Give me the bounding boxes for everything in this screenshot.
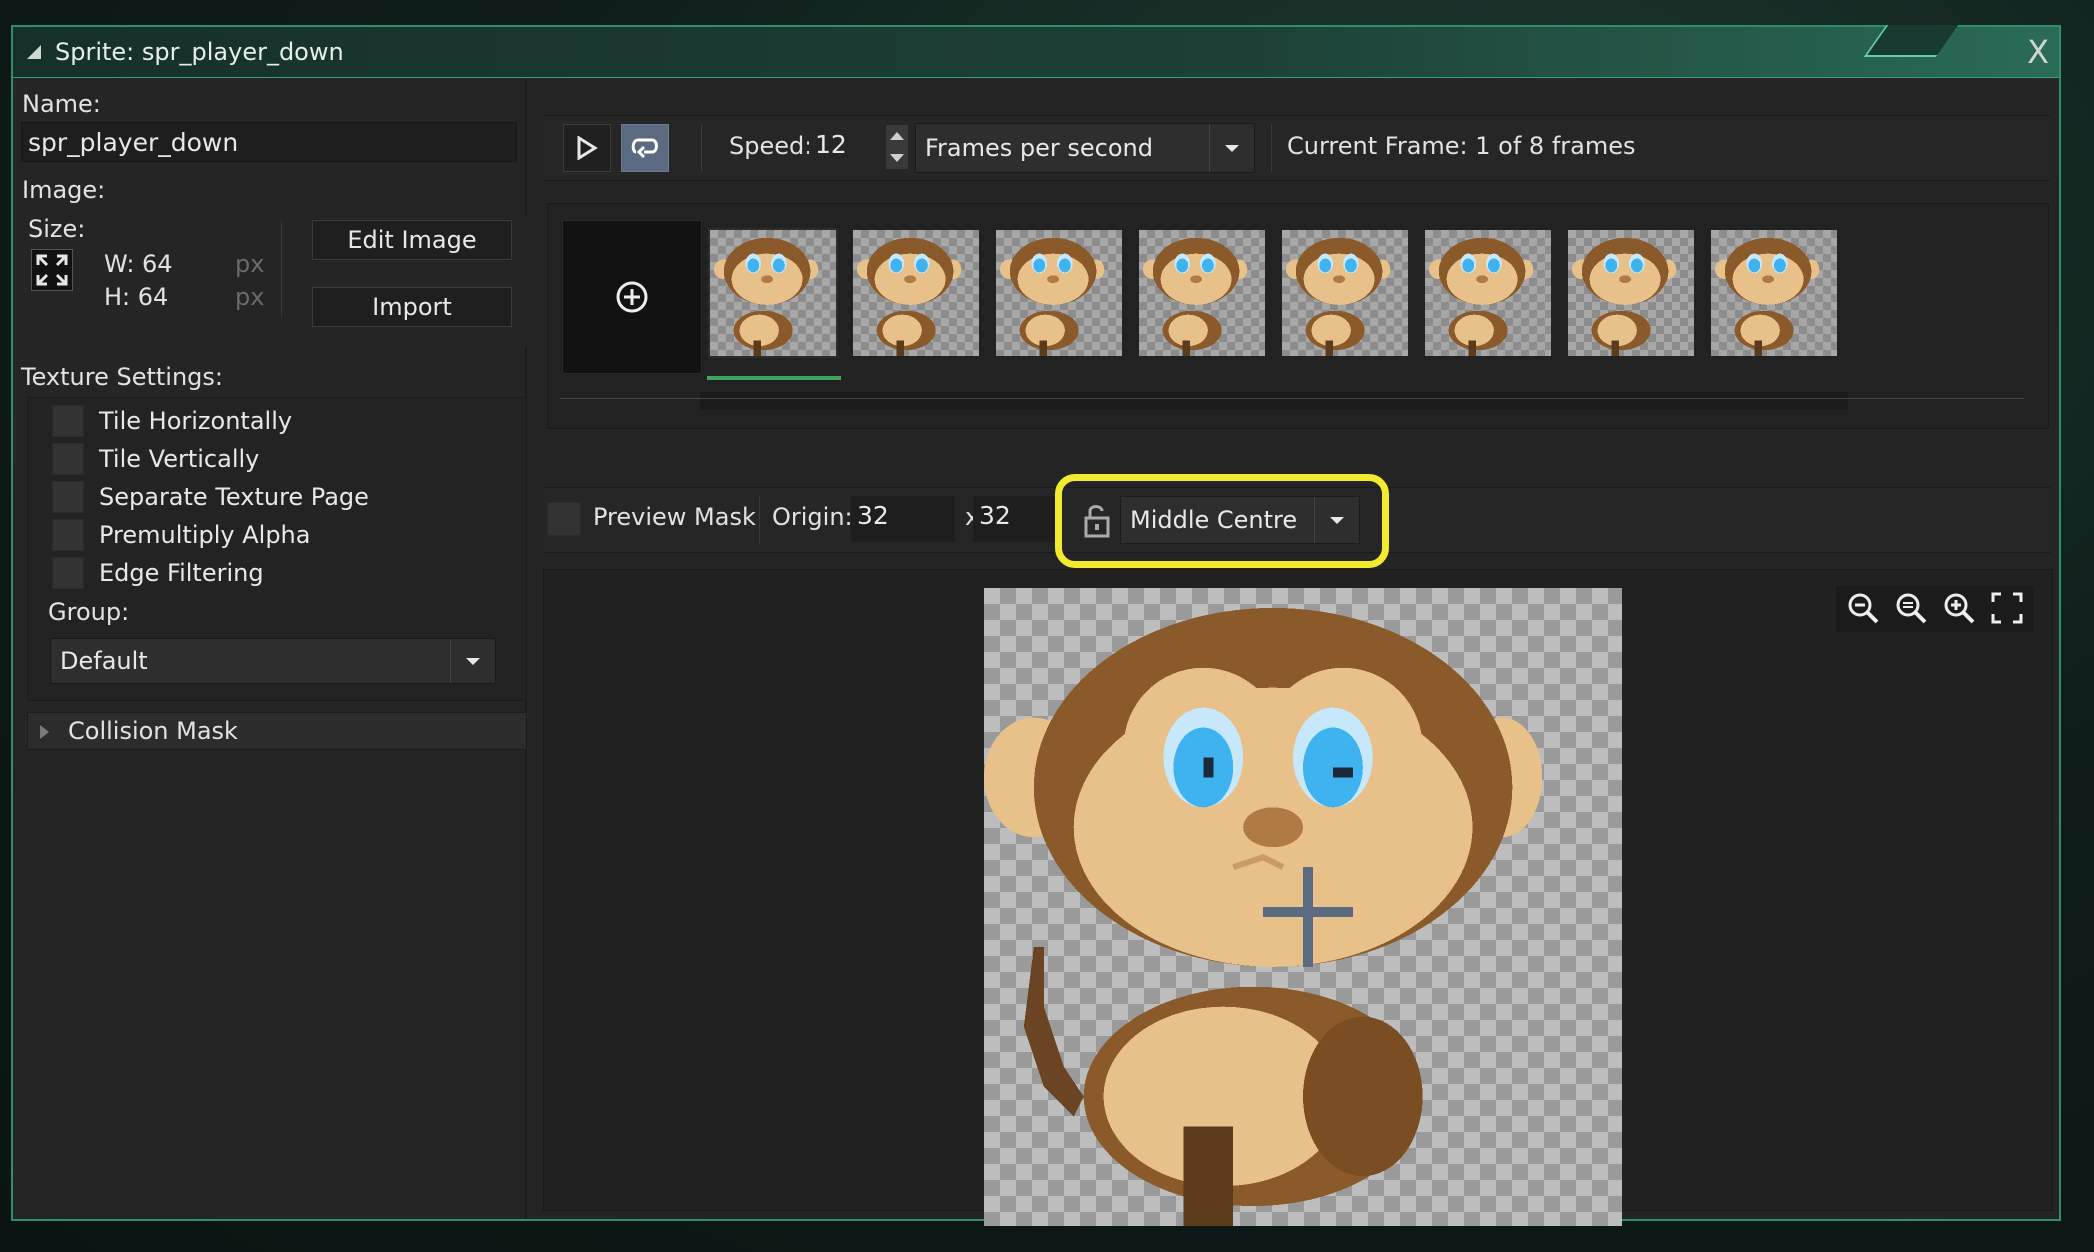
frame-thumbnail[interactable] — [1568, 230, 1694, 356]
speed-input[interactable]: 12 — [809, 125, 877, 171]
loop-toggle-button[interactable] — [621, 124, 669, 172]
width-unit: px — [235, 250, 265, 278]
title-bar[interactable]: Sprite: spr_player_down X — [13, 25, 2059, 78]
step-down-icon[interactable] — [890, 154, 904, 162]
checkbox[interactable] — [52, 481, 84, 513]
origin-x-input[interactable]: 32 — [851, 496, 955, 542]
name-field[interactable]: spr_player_down — [21, 122, 517, 162]
checkbox-label: Tile Vertically — [99, 445, 260, 473]
resize-grip-icon[interactable] — [27, 45, 41, 59]
preview-mask-label: Preview Mask — [593, 503, 756, 531]
playback-toolbar: Speed: 12 Frames per second Current Fram… — [543, 115, 2051, 181]
divider — [281, 221, 282, 317]
origin-toolbar: Preview Mask Origin: 32 x 32 Middle Cent… — [543, 474, 2051, 568]
checkbox[interactable] — [52, 557, 84, 589]
frame-thumbnail[interactable] — [1711, 230, 1837, 356]
checkbox-label: Premultiply Alpha — [99, 521, 311, 549]
checkbox-label: Separate Texture Page — [99, 483, 369, 511]
speed-label: Speed: — [729, 132, 813, 160]
speed-stepper[interactable] — [886, 125, 908, 169]
properties-panel: Name: spr_player_down Image: Size: W: 64… — [13, 79, 527, 1219]
expand-arrow-icon[interactable] — [40, 725, 49, 739]
chevron-down-icon[interactable] — [1314, 497, 1359, 543]
divider — [1271, 124, 1272, 172]
current-frame-label: Current Frame: 1 of 8 frames — [1287, 132, 1636, 160]
width-value: W: 64 — [104, 250, 173, 278]
checkbox[interactable] — [52, 519, 84, 551]
texture-settings-group: Tile Horizontally Tile Vertically Separa… — [27, 397, 527, 701]
step-up-icon[interactable] — [890, 132, 904, 140]
group-dropdown[interactable]: Default — [50, 638, 496, 684]
frame-thumbnail[interactable] — [996, 230, 1122, 356]
texture-settings-label: Texture Settings: — [21, 363, 224, 391]
sprite-preview-panel: Speed: 12 Frames per second Current Fram… — [529, 79, 2059, 1226]
edit-image-button[interactable]: Edit Image — [312, 220, 512, 260]
sprite-editor-window: Sprite: spr_player_down X Name: spr_play… — [11, 25, 2061, 1226]
checkbox-label: Tile Horizontally — [99, 407, 293, 435]
origin-y-input[interactable]: 32 — [973, 496, 1055, 542]
play-icon — [577, 136, 598, 160]
chevron-down-icon[interactable] — [450, 639, 495, 683]
image-label: Image: — [22, 176, 106, 204]
monkey-sprite-image — [984, 607, 1543, 1226]
frame-strip — [547, 203, 2049, 429]
zoom-out-icon[interactable] — [1842, 588, 1884, 628]
checkbox-edge-filtering[interactable]: Edge Filtering — [52, 556, 264, 590]
divider — [759, 496, 760, 544]
speed-unit-dropdown[interactable]: Frames per second — [915, 123, 1255, 173]
frame-thumbnail[interactable] — [708, 228, 838, 358]
title-decoration — [1863, 25, 1959, 57]
checkbox-label: Edge Filtering — [99, 559, 264, 587]
resize-icon[interactable] — [31, 249, 73, 291]
checkbox-tile-vertically[interactable]: Tile Vertically — [52, 442, 259, 476]
fullscreen-icon[interactable] — [1986, 588, 2028, 628]
zoom-in-icon[interactable] — [1938, 588, 1980, 628]
checkbox-separate-texture-page[interactable]: Separate Texture Page — [52, 480, 369, 514]
window-title: Sprite: spr_player_down — [55, 38, 344, 66]
group-label: Group: — [48, 598, 130, 626]
play-button[interactable] — [563, 124, 611, 172]
add-frame-button[interactable] — [562, 220, 702, 374]
loop-icon — [631, 138, 658, 159]
sprite-canvas-area[interactable] — [543, 569, 2053, 1226]
name-label: Name: — [22, 90, 101, 118]
checkbox[interactable] — [52, 443, 84, 475]
frame-thumbnail[interactable] — [1139, 230, 1265, 356]
checkbox-premultiply-alpha[interactable]: Premultiply Alpha — [52, 518, 310, 552]
height-value: H: 64 — [104, 283, 169, 311]
size-label: Size: — [28, 215, 86, 243]
plus-circle-icon — [616, 281, 648, 313]
timeline-track — [560, 398, 2024, 399]
speed-unit-value: Frames per second — [925, 134, 1153, 162]
frame-thumbnail[interactable] — [1282, 230, 1408, 356]
zoom-toolbar — [1836, 586, 2034, 632]
collision-mask-section[interactable]: Collision Mask — [27, 712, 527, 750]
origin-preset-dropdown[interactable]: Middle Centre — [1120, 496, 1360, 544]
close-button[interactable]: X — [2027, 33, 2049, 71]
zoom-reset-icon[interactable] — [1890, 588, 1932, 628]
selected-frame-indicator — [707, 376, 841, 380]
origin-label: Origin: — [772, 503, 853, 531]
import-button[interactable]: Import — [312, 287, 512, 327]
checkbox-tile-horizontally[interactable]: Tile Horizontally — [52, 404, 292, 438]
height-unit: px — [235, 283, 265, 311]
frame-thumbnail[interactable] — [853, 230, 979, 356]
divider — [701, 124, 702, 172]
image-group: Size: W: 64 H: 64 px px Edit Image Impor… — [25, 215, 527, 347]
frame-thumbnail[interactable] — [1425, 230, 1551, 356]
group-dropdown-value: Default — [60, 647, 148, 675]
lock-icon[interactable] — [1083, 502, 1111, 538]
collision-mask-label: Collision Mask — [68, 717, 238, 745]
checkbox[interactable] — [52, 405, 84, 437]
chevron-down-icon[interactable] — [1209, 124, 1254, 172]
timeline-bar[interactable] — [700, 392, 1848, 410]
origin-preset-value: Middle Centre — [1130, 506, 1298, 534]
preview-mask-checkbox[interactable] — [547, 502, 581, 536]
sprite-canvas[interactable] — [984, 588, 1622, 1226]
